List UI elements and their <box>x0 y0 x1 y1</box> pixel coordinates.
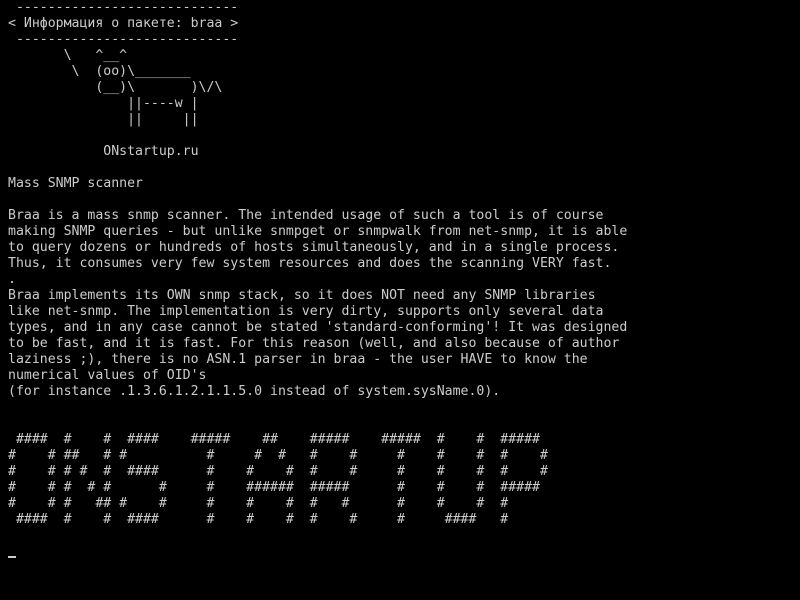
site-credit: ONstartup.ru <box>8 144 199 159</box>
description-line: types, and in any case cannot be stated … <box>8 320 628 335</box>
description-line: like net-snmp. The implementation is ver… <box>8 304 604 319</box>
description-line: to be fast, and it is fast. For this rea… <box>8 336 620 351</box>
description-line: making SNMP queries - but unlike snmpget… <box>8 224 628 239</box>
prompt-line[interactable] <box>8 544 800 560</box>
description-separator: . <box>8 272 16 287</box>
cowsay-title: < Информация о пакете: braa > <box>8 16 239 31</box>
cow-art-line-3: (__)\ )\/\ <box>8 80 223 95</box>
banner-art-line-3: # # # # # #### # # # # # # # # # # <box>8 464 548 479</box>
description-line: laziness ;), there is no ASN.1 parser in… <box>8 352 588 367</box>
banner-art-line-1: #### # # #### ##### ## ##### ##### # # #… <box>8 432 540 447</box>
banner-art-line-5: # # # ## # # # # # # # # # # # <box>8 496 509 511</box>
banner-art-line-4: # # # # # # # ###### ##### # # # ##### <box>8 480 540 495</box>
cowsay-border-top: ---------------------------- <box>8 0 239 15</box>
cowsay-border-bottom: ---------------------------- <box>8 32 239 47</box>
description-line: Thus, it consumes very few system resour… <box>8 256 612 271</box>
cow-art-line-1: \ ^__^ <box>8 48 128 63</box>
description-line: (for instance .1.3.6.1.2.1.1.5.0 instead… <box>8 384 501 399</box>
cow-art-line-5: || || <box>8 112 199 127</box>
package-summary: Mass SNMP scanner <box>8 176 143 191</box>
text-cursor <box>8 556 16 558</box>
terminal-screen[interactable]: ---------------------------- < Информация… <box>8 0 800 600</box>
cow-art-line-4: ||----w | <box>8 96 199 111</box>
description-line: to query dozens or hundreds of hosts sim… <box>8 240 620 255</box>
banner-art-line-6: #### # # #### # # # # # # #### # <box>8 512 509 527</box>
description-line: Braa implements its OWN snmp stack, so i… <box>8 288 596 303</box>
description-line: Braa is a mass snmp scanner. The intende… <box>8 208 604 223</box>
cow-art-line-2: \ (oo)\_______ <box>8 64 191 79</box>
description-line: numerical values of OID's <box>8 368 207 383</box>
banner-art-line-2: # # ## # # # # # # # # # # # # <box>8 448 548 463</box>
